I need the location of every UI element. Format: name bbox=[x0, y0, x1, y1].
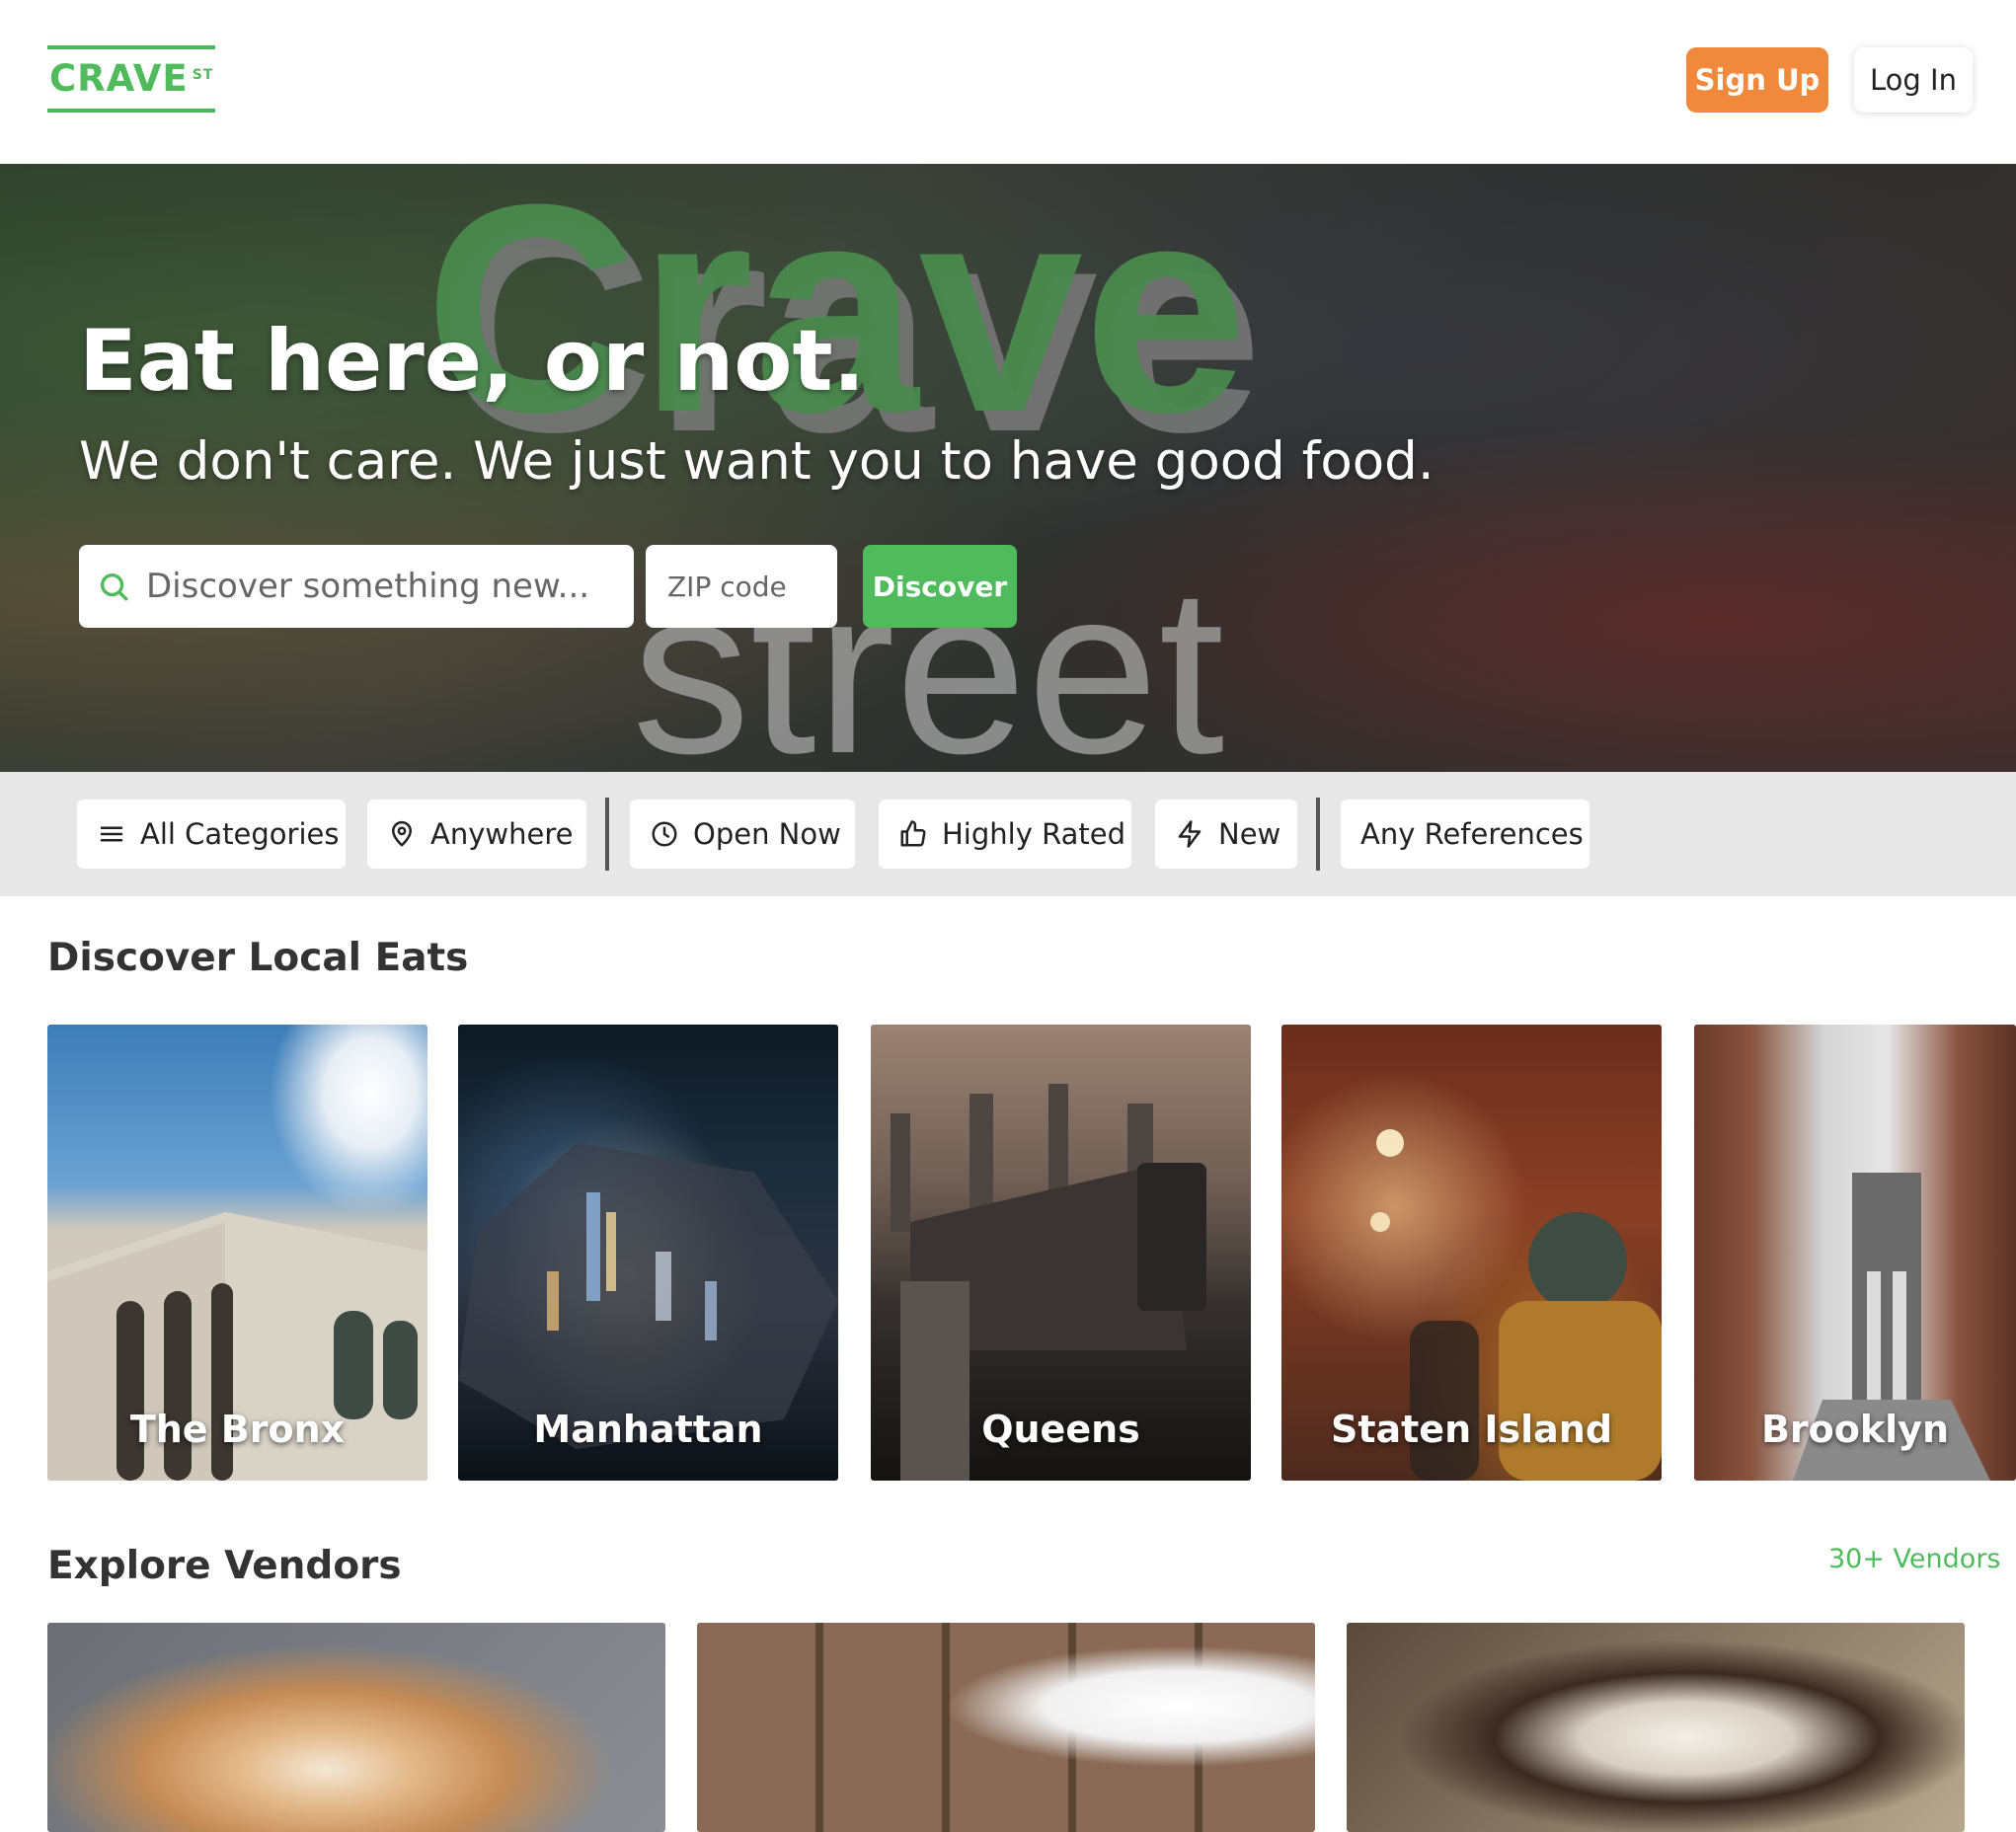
borough-card-queens[interactable]: Queens bbox=[871, 1025, 1251, 1481]
filter-label: New bbox=[1218, 817, 1281, 851]
log-in-button[interactable]: Log In bbox=[1854, 47, 1973, 113]
filter-any-references[interactable]: Any References bbox=[1341, 800, 1590, 869]
vendors-count-link[interactable]: 30+ Vendors bbox=[1828, 1544, 2001, 1574]
filter-new[interactable]: New bbox=[1155, 800, 1297, 869]
filter-label: Open Now bbox=[693, 817, 841, 851]
crave-street-logo[interactable]: CRAVE ST bbox=[47, 45, 216, 113]
search-field[interactable] bbox=[79, 545, 634, 628]
filter-anywhere[interactable]: Anywhere bbox=[367, 800, 586, 869]
hero-title: Eat here, or not. bbox=[79, 312, 866, 411]
search-input[interactable] bbox=[144, 566, 618, 607]
borough-label: Staten Island bbox=[1330, 1408, 1613, 1451]
borough-label: Brooklyn bbox=[1760, 1408, 1950, 1451]
filter-label: Any References bbox=[1360, 817, 1584, 851]
vendor-card[interactable] bbox=[47, 1623, 665, 1832]
filter-divider bbox=[605, 798, 609, 871]
filter-bar: All Categories Anywhere Open Now Highly … bbox=[0, 772, 2016, 896]
discover-local-eats-title: Discover Local Eats bbox=[47, 936, 469, 980]
logo-text: CRAVE bbox=[49, 57, 189, 100]
logo-superscript: ST bbox=[192, 67, 214, 83]
menu-icon bbox=[100, 826, 123, 842]
borough-label: The Bronx bbox=[129, 1408, 346, 1451]
borough-card-staten-island[interactable]: Staten Island bbox=[1281, 1025, 1662, 1481]
borough-label: Queens bbox=[981, 1408, 1140, 1451]
borough-card-brooklyn[interactable]: Brooklyn bbox=[1694, 1025, 2016, 1481]
hero-banner: Crave Crave street Eat here, or not. We … bbox=[0, 164, 2016, 772]
lightning-icon bbox=[1178, 820, 1202, 848]
zip-code-input[interactable] bbox=[665, 569, 823, 604]
sign-up-button[interactable]: Sign Up bbox=[1686, 47, 1828, 113]
vendor-card[interactable] bbox=[1347, 1623, 1965, 1832]
filter-open-now[interactable]: Open Now bbox=[630, 800, 855, 869]
explore-vendors-title: Explore Vendors bbox=[47, 1544, 402, 1588]
thumbs-up-icon bbox=[900, 820, 926, 847]
clock-icon bbox=[652, 821, 677, 847]
filter-label: Anywhere bbox=[430, 817, 574, 851]
filter-label: All Categories bbox=[140, 817, 340, 851]
filter-highly-rated[interactable]: Highly Rated bbox=[879, 800, 1131, 869]
filter-divider bbox=[1316, 798, 1320, 871]
filter-all-categories[interactable]: All Categories bbox=[77, 800, 346, 869]
filter-label: Highly Rated bbox=[942, 817, 1125, 851]
borough-card-the-bronx[interactable]: The Bronx bbox=[47, 1025, 427, 1481]
vendor-card[interactable] bbox=[697, 1623, 1315, 1832]
site-header: CRAVE ST Sign Up Log In bbox=[0, 0, 2016, 164]
location-pin-icon bbox=[392, 820, 412, 847]
borough-label: Manhattan bbox=[533, 1408, 763, 1451]
zip-code-field[interactable] bbox=[646, 545, 837, 628]
borough-card-manhattan[interactable]: Manhattan bbox=[458, 1025, 838, 1481]
search-icon bbox=[100, 572, 128, 601]
discover-button[interactable]: Discover bbox=[863, 545, 1017, 628]
hero-subtitle: We don't care. We just want you to have … bbox=[79, 431, 1434, 492]
